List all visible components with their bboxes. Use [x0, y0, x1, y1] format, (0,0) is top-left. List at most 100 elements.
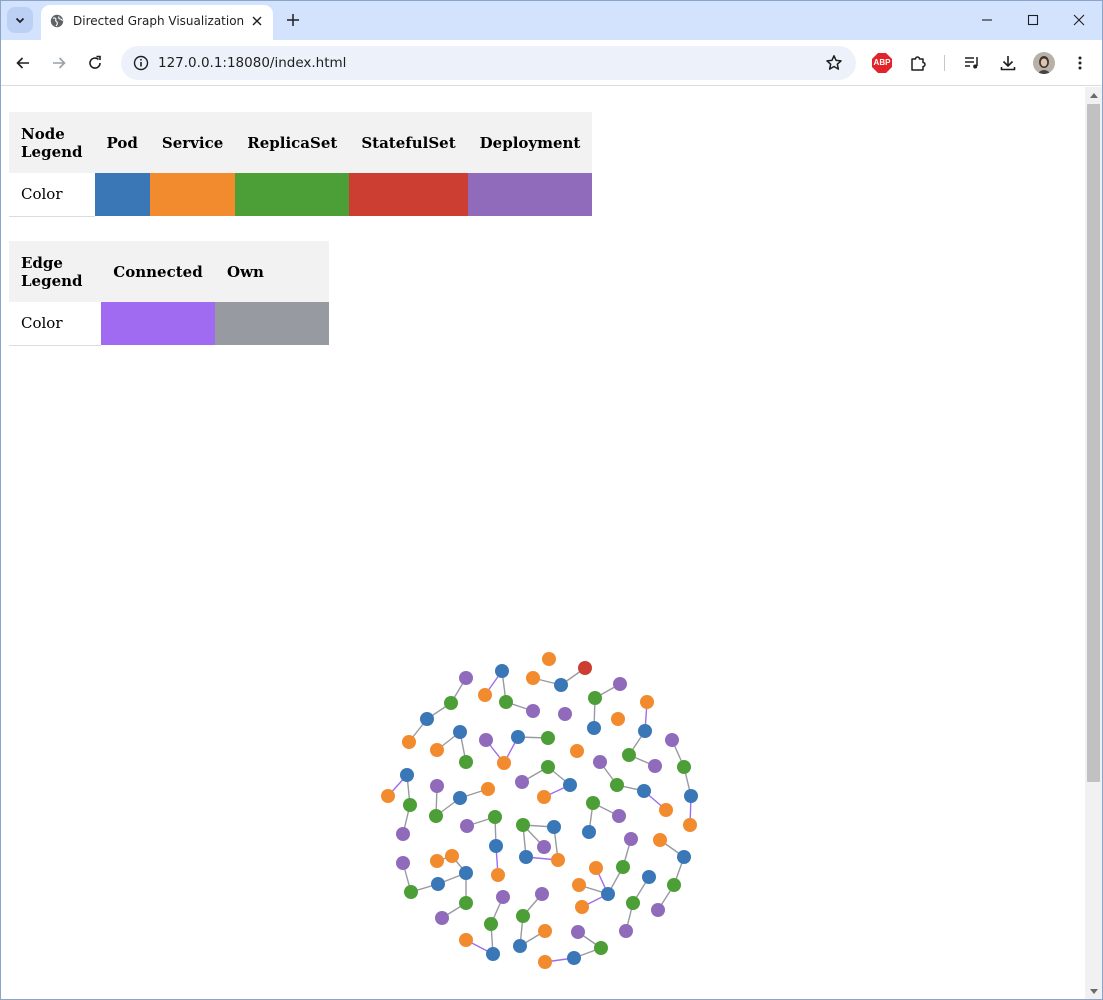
graph-node-deployment[interactable]: [612, 809, 626, 823]
graph-node-service[interactable]: [478, 688, 492, 702]
new-tab-button[interactable]: [283, 10, 303, 30]
graph-node-replicaset[interactable]: [610, 778, 624, 792]
graph-node-service[interactable]: [575, 900, 589, 914]
graph-node-service[interactable]: [551, 853, 565, 867]
minimize-button[interactable]: [964, 4, 1010, 36]
graph-node-deployment[interactable]: [613, 677, 627, 691]
graph-canvas[interactable]: [0, 87, 1085, 1000]
graph-node-deployment[interactable]: [479, 733, 493, 747]
graph-node-replicaset[interactable]: [444, 696, 458, 710]
graph-node-service[interactable]: [491, 868, 505, 882]
graph-node-service[interactable]: [430, 743, 444, 757]
graph-node-replicaset[interactable]: [459, 896, 473, 910]
graph-node-pod[interactable]: [459, 866, 473, 880]
graph-node-replicaset[interactable]: [516, 909, 530, 923]
tab-search-button[interactable]: [7, 7, 33, 33]
graph-node-service[interactable]: [611, 712, 625, 726]
graph-node-replicaset[interactable]: [586, 796, 600, 810]
graph-node-replicaset[interactable]: [429, 809, 443, 823]
graph-node-service[interactable]: [497, 756, 511, 770]
graph-node-service[interactable]: [537, 790, 551, 804]
graph-node-deployment[interactable]: [571, 925, 585, 939]
graph-node-replicaset[interactable]: [484, 917, 498, 931]
graph-node-replicaset[interactable]: [459, 755, 473, 769]
graph-node-pod[interactable]: [587, 721, 601, 735]
graph-node-deployment[interactable]: [558, 707, 572, 721]
graph-node-deployment[interactable]: [593, 755, 607, 769]
tab-active[interactable]: Directed Graph Visualization: [41, 5, 273, 40]
menu-button[interactable]: [1065, 48, 1095, 78]
graph-node-pod[interactable]: [519, 850, 533, 864]
bookmark-button[interactable]: [820, 49, 848, 77]
maximize-button[interactable]: [1010, 4, 1056, 36]
graph-node-pod[interactable]: [547, 820, 561, 834]
graph-node-deployment[interactable]: [648, 759, 662, 773]
scroll-up-button[interactable]: [1085, 87, 1102, 103]
graph-node-pod[interactable]: [567, 951, 581, 965]
graph-node-deployment[interactable]: [496, 890, 510, 904]
graph-node-pod[interactable]: [453, 725, 467, 739]
graph-node-deployment[interactable]: [665, 733, 679, 747]
graph-node-service[interactable]: [683, 818, 697, 832]
graph-node-service[interactable]: [659, 803, 673, 817]
graph-node-pod[interactable]: [511, 730, 525, 744]
graph-node-service[interactable]: [589, 861, 603, 875]
graph-node-pod[interactable]: [513, 939, 527, 953]
graph-node-pod[interactable]: [642, 870, 656, 884]
graph-node-service[interactable]: [481, 782, 495, 796]
adblock-extension-button[interactable]: ABP: [871, 52, 893, 74]
graph-node-service[interactable]: [445, 849, 459, 863]
graph-node-service[interactable]: [430, 854, 444, 868]
graph-node-pod[interactable]: [554, 678, 568, 692]
graph-node-pod[interactable]: [420, 712, 434, 726]
graph-node-deployment[interactable]: [526, 704, 540, 718]
graph-node-service[interactable]: [653, 833, 667, 847]
graph-node-pod[interactable]: [431, 877, 445, 891]
graph-node-replicaset[interactable]: [403, 798, 417, 812]
reload-button[interactable]: [80, 48, 110, 78]
graph-node-replicaset[interactable]: [488, 810, 502, 824]
graph-node-replicaset[interactable]: [588, 691, 602, 705]
graph-node-service[interactable]: [538, 924, 552, 938]
graph-node-deployment[interactable]: [624, 832, 638, 846]
graph-node-service[interactable]: [526, 671, 540, 685]
graph-node-pod[interactable]: [453, 791, 467, 805]
graph-node-deployment[interactable]: [537, 840, 551, 854]
media-control-button[interactable]: [957, 48, 987, 78]
graph-node-pod[interactable]: [495, 664, 509, 678]
site-info-button[interactable]: [129, 51, 153, 75]
graph-node-replicaset[interactable]: [677, 760, 691, 774]
graph-node-pod[interactable]: [486, 947, 500, 961]
graph-node-pod[interactable]: [400, 768, 414, 782]
graph-node-pod[interactable]: [677, 850, 691, 864]
graph-node-deployment[interactable]: [430, 779, 444, 793]
graph-node-service[interactable]: [640, 695, 654, 709]
url-text[interactable]: 127.0.0.1:18080/index.html: [158, 55, 346, 71]
graph-node-deployment[interactable]: [396, 856, 410, 870]
graph-node-pod[interactable]: [638, 724, 652, 738]
graph-node-pod[interactable]: [489, 839, 503, 853]
graph-node-replicaset[interactable]: [516, 818, 530, 832]
graph-node-deployment[interactable]: [619, 924, 633, 938]
graph-node-service[interactable]: [572, 878, 586, 892]
vertical-scrollbar[interactable]: [1085, 87, 1102, 1000]
graph-node-deployment[interactable]: [515, 775, 529, 789]
graph-node-replicaset[interactable]: [541, 760, 555, 774]
graph-node-service[interactable]: [402, 735, 416, 749]
tab-close-button[interactable]: [248, 12, 266, 30]
close-window-button[interactable]: [1056, 4, 1102, 36]
graph-node-service[interactable]: [542, 652, 556, 666]
graph-node-replicaset[interactable]: [616, 860, 630, 874]
graph-node-deployment[interactable]: [459, 671, 473, 685]
address-bar[interactable]: 127.0.0.1:18080/index.html: [121, 46, 856, 80]
graph-node-service[interactable]: [538, 955, 552, 969]
graph-node-replicaset[interactable]: [667, 878, 681, 892]
graph-node-statefulset[interactable]: [578, 661, 592, 675]
graph-node-pod[interactable]: [684, 789, 698, 803]
graph-node-deployment[interactable]: [435, 911, 449, 925]
forward-button[interactable]: [44, 48, 74, 78]
scroll-down-button[interactable]: [1085, 984, 1102, 1000]
scroll-thumb[interactable]: [1087, 104, 1100, 782]
graph-node-service[interactable]: [381, 789, 395, 803]
downloads-button[interactable]: [993, 48, 1023, 78]
